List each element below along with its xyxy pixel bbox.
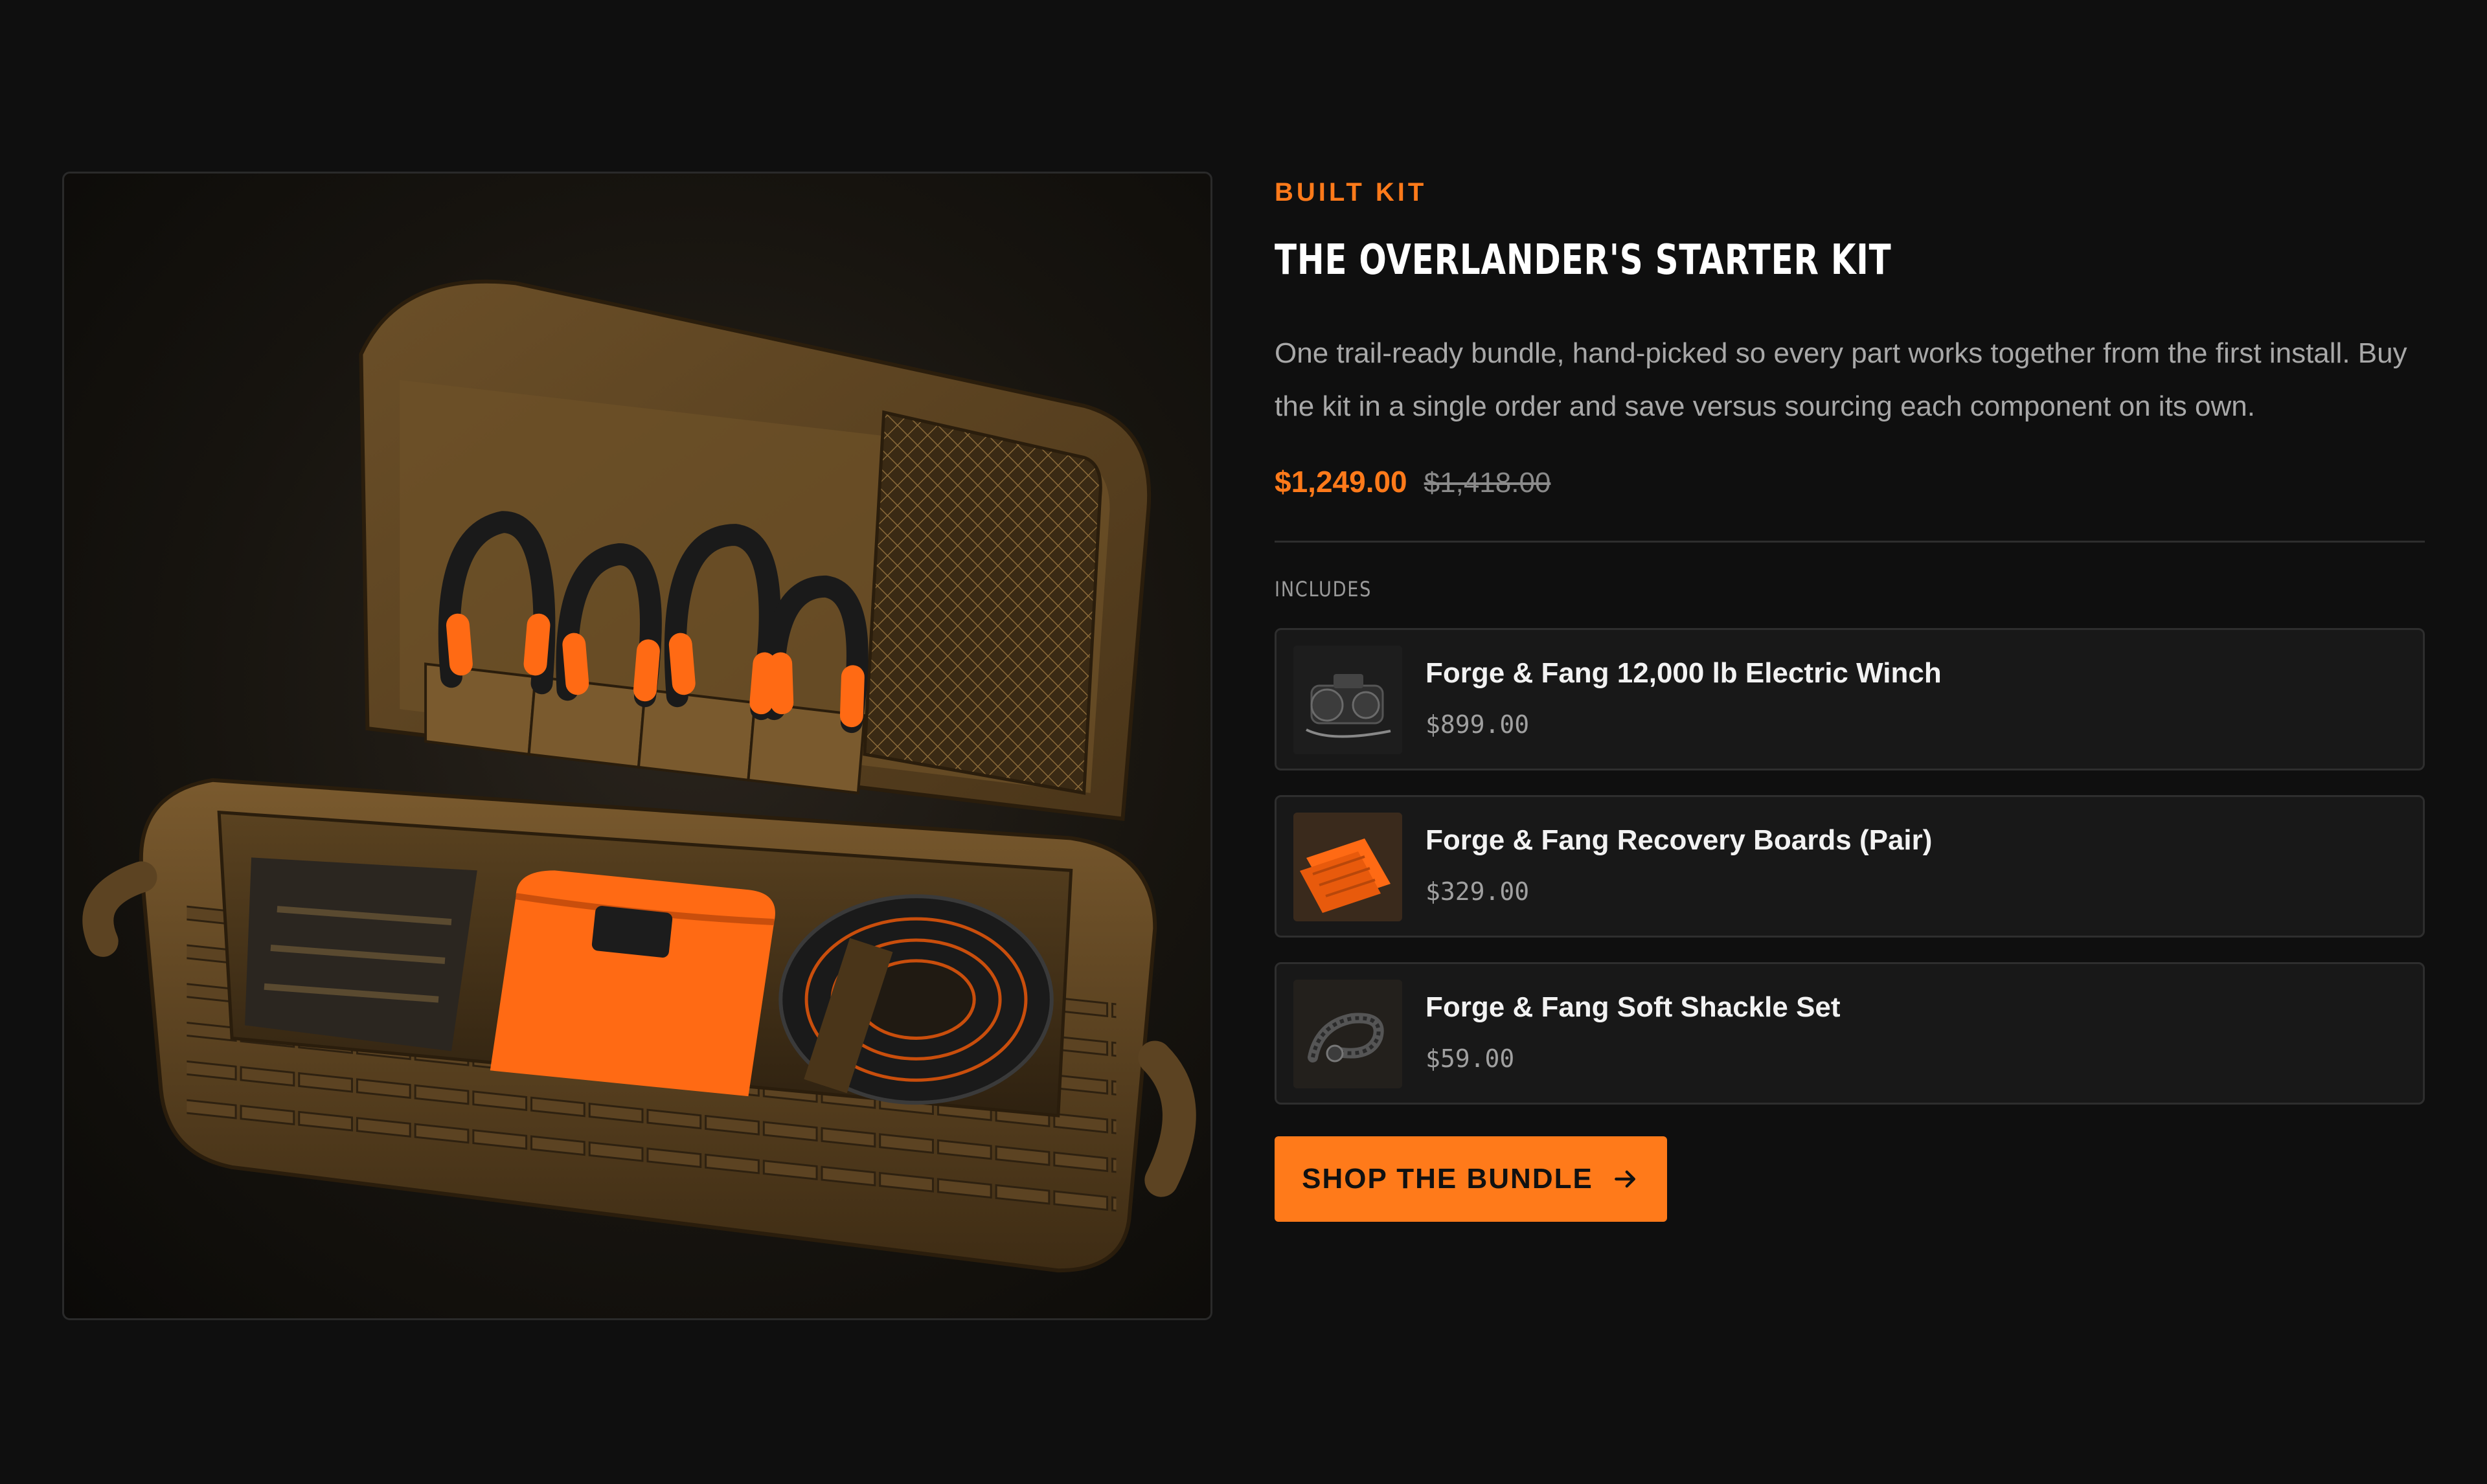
included-item-name: Forge & Fang Soft Shackle Set — [1425, 991, 1841, 1023]
kit-price-row: $1,249.00 $1,418.00 — [1275, 464, 1550, 499]
included-item-name: Forge & Fang Recovery Boards (Pair) — [1425, 824, 1933, 856]
winch-thumbnail — [1293, 646, 1402, 754]
kit-title: THE OVERLANDER'S STARTER KIT — [1275, 236, 1892, 284]
kit-price: $1,249.00 — [1275, 465, 1407, 499]
included-item-price: $59.00 — [1425, 1044, 1515, 1073]
included-item-soft-shackle[interactable]: Forge & Fang Soft Shackle Set $59.00 — [1275, 962, 2425, 1105]
recovery-boards-thumbnail — [1293, 813, 1402, 921]
kit-compare-price: $1,418.00 — [1424, 467, 1551, 499]
included-items-list: Forge & Fang 12,000 lb Electric Winch $8… — [1275, 628, 2425, 1129]
kit-description: One trail-ready bundle, hand-picked so e… — [1275, 337, 2407, 422]
includes-label: INCLUDES — [1275, 577, 1372, 601]
kit-product-image — [62, 172, 1212, 1320]
kit-eyebrow: BUILT KIT — [1275, 178, 1427, 207]
divider — [1275, 541, 2425, 543]
included-item-winch[interactable]: Forge & Fang 12,000 lb Electric Winch $8… — [1275, 628, 2425, 770]
included-item-recovery-boards[interactable]: Forge & Fang Recovery Boards (Pair) $329… — [1275, 795, 2425, 938]
included-item-name: Forge & Fang 12,000 lb Electric Winch — [1425, 657, 1942, 689]
soft-shackle-thumbnail — [1293, 980, 1402, 1088]
shop-bundle-button[interactable]: SHOP THE BUNDLE — [1275, 1136, 1667, 1222]
included-item-price: $329.00 — [1425, 877, 1530, 906]
shop-bundle-label: SHOP THE BUNDLE — [1302, 1163, 1593, 1195]
arrow-right-icon — [1614, 1170, 1635, 1188]
bundle-section: BUILT KIT THE OVERLANDER'S STARTER KIT O… — [0, 0, 2487, 1484]
included-item-price: $899.00 — [1425, 710, 1530, 739]
